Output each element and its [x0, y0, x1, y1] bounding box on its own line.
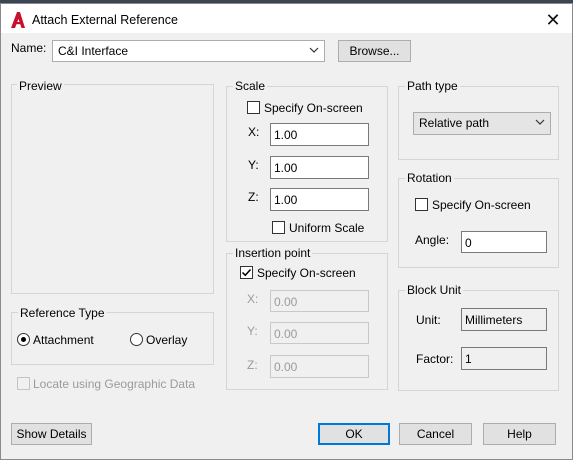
- factor-value: 1: [465, 352, 472, 366]
- rotation-specify-checkbox[interactable]: [415, 198, 428, 211]
- insertion-y-label: Y:: [247, 324, 258, 338]
- angle-value: 0: [465, 236, 472, 250]
- reference-type-title: Reference Type: [18, 306, 107, 320]
- factor-field: 1: [461, 347, 547, 370]
- scale-y-value: 1.00: [274, 161, 298, 175]
- insertion-z-field[interactable]: 0.00: [270, 355, 369, 378]
- cancel-label: Cancel: [416, 427, 455, 441]
- scale-title: Scale: [233, 79, 268, 93]
- insertion-y-field[interactable]: 0.00: [270, 322, 369, 344]
- overlay-radio[interactable]: [130, 333, 143, 346]
- insertion-z-value: 0.00: [274, 360, 298, 374]
- autocad-logo-icon: [11, 12, 25, 28]
- factor-label: Factor:: [416, 352, 454, 366]
- close-icon[interactable]: ✕: [538, 7, 568, 33]
- insertion-z-label: Z:: [247, 358, 258, 372]
- attachment-radio[interactable]: [17, 333, 30, 346]
- unit-label: Unit:: [416, 313, 441, 327]
- geographic-data-checkbox[interactable]: [17, 377, 30, 390]
- overlay-label: Overlay: [146, 333, 188, 347]
- ok-button[interactable]: OK: [318, 423, 390, 445]
- rotation-specify-label: Specify On-screen: [432, 198, 531, 212]
- insertion-specify-checkbox[interactable]: [240, 266, 253, 279]
- rotation-title: Rotation: [405, 171, 454, 185]
- cancel-button[interactable]: Cancel: [399, 423, 472, 445]
- uniform-scale-label: Uniform Scale: [289, 221, 365, 235]
- insertion-specify-label: Specify On-screen: [257, 266, 356, 280]
- uniform-scale-checkbox[interactable]: [272, 221, 285, 234]
- title-bar[interactable]: Attach External Reference ✕: [0, 3, 573, 33]
- insertion-title: Insertion point: [233, 246, 313, 260]
- scale-z-field[interactable]: 1.00: [270, 188, 369, 211]
- window-title: Attach External Reference: [32, 13, 178, 27]
- geographic-data-label: Locate using Geographic Data: [33, 377, 196, 391]
- unit-field: Millimeters: [461, 308, 547, 331]
- help-label: Help: [507, 427, 532, 441]
- scale-x-value: 1.00: [274, 128, 298, 142]
- browse-button-label: Browse...: [349, 44, 400, 58]
- scale-x-label: X:: [248, 125, 260, 139]
- scale-specify-label: Specify On-screen: [264, 101, 363, 115]
- insertion-x-field[interactable]: 0.00: [270, 290, 369, 312]
- name-label: Name:: [11, 41, 47, 55]
- name-combobox[interactable]: C&I Interface: [52, 40, 325, 62]
- block-unit-group: [398, 290, 559, 391]
- angle-label: Angle:: [415, 233, 450, 247]
- block-unit-title: Block Unit: [405, 283, 464, 297]
- ok-label: OK: [345, 427, 363, 441]
- scale-y-label: Y:: [248, 158, 259, 172]
- checkmark-icon: [241, 268, 252, 277]
- angle-field[interactable]: 0: [461, 231, 547, 253]
- chevron-down-icon: [535, 119, 545, 125]
- scale-z-value: 1.00: [274, 193, 298, 207]
- scale-specify-checkbox[interactable]: [247, 101, 260, 114]
- scale-x-field[interactable]: 1.00: [270, 123, 369, 146]
- unit-value: Millimeters: [465, 313, 523, 327]
- insertion-x-label: X:: [247, 292, 259, 306]
- rotation-group: [398, 178, 559, 268]
- scale-y-field[interactable]: 1.00: [270, 156, 369, 179]
- path-type-value: Relative path: [419, 116, 490, 130]
- insertion-y-value: 0.00: [274, 327, 298, 341]
- chevron-down-icon: [309, 47, 319, 53]
- name-combobox-value: C&I Interface: [58, 44, 129, 58]
- browse-button[interactable]: Browse...: [338, 40, 411, 62]
- path-type-combobox[interactable]: Relative path: [413, 112, 551, 135]
- preview-panel: [11, 84, 214, 294]
- path-type-title: Path type: [405, 79, 460, 93]
- scale-z-label: Z:: [248, 190, 259, 204]
- attachment-label: Attachment: [33, 333, 94, 347]
- insertion-x-value: 0.00: [274, 295, 298, 309]
- help-button[interactable]: Help: [483, 423, 556, 445]
- preview-title: Preview: [17, 79, 64, 93]
- show-details-label: Show Details: [16, 427, 87, 441]
- show-details-button[interactable]: Show Details: [11, 423, 92, 445]
